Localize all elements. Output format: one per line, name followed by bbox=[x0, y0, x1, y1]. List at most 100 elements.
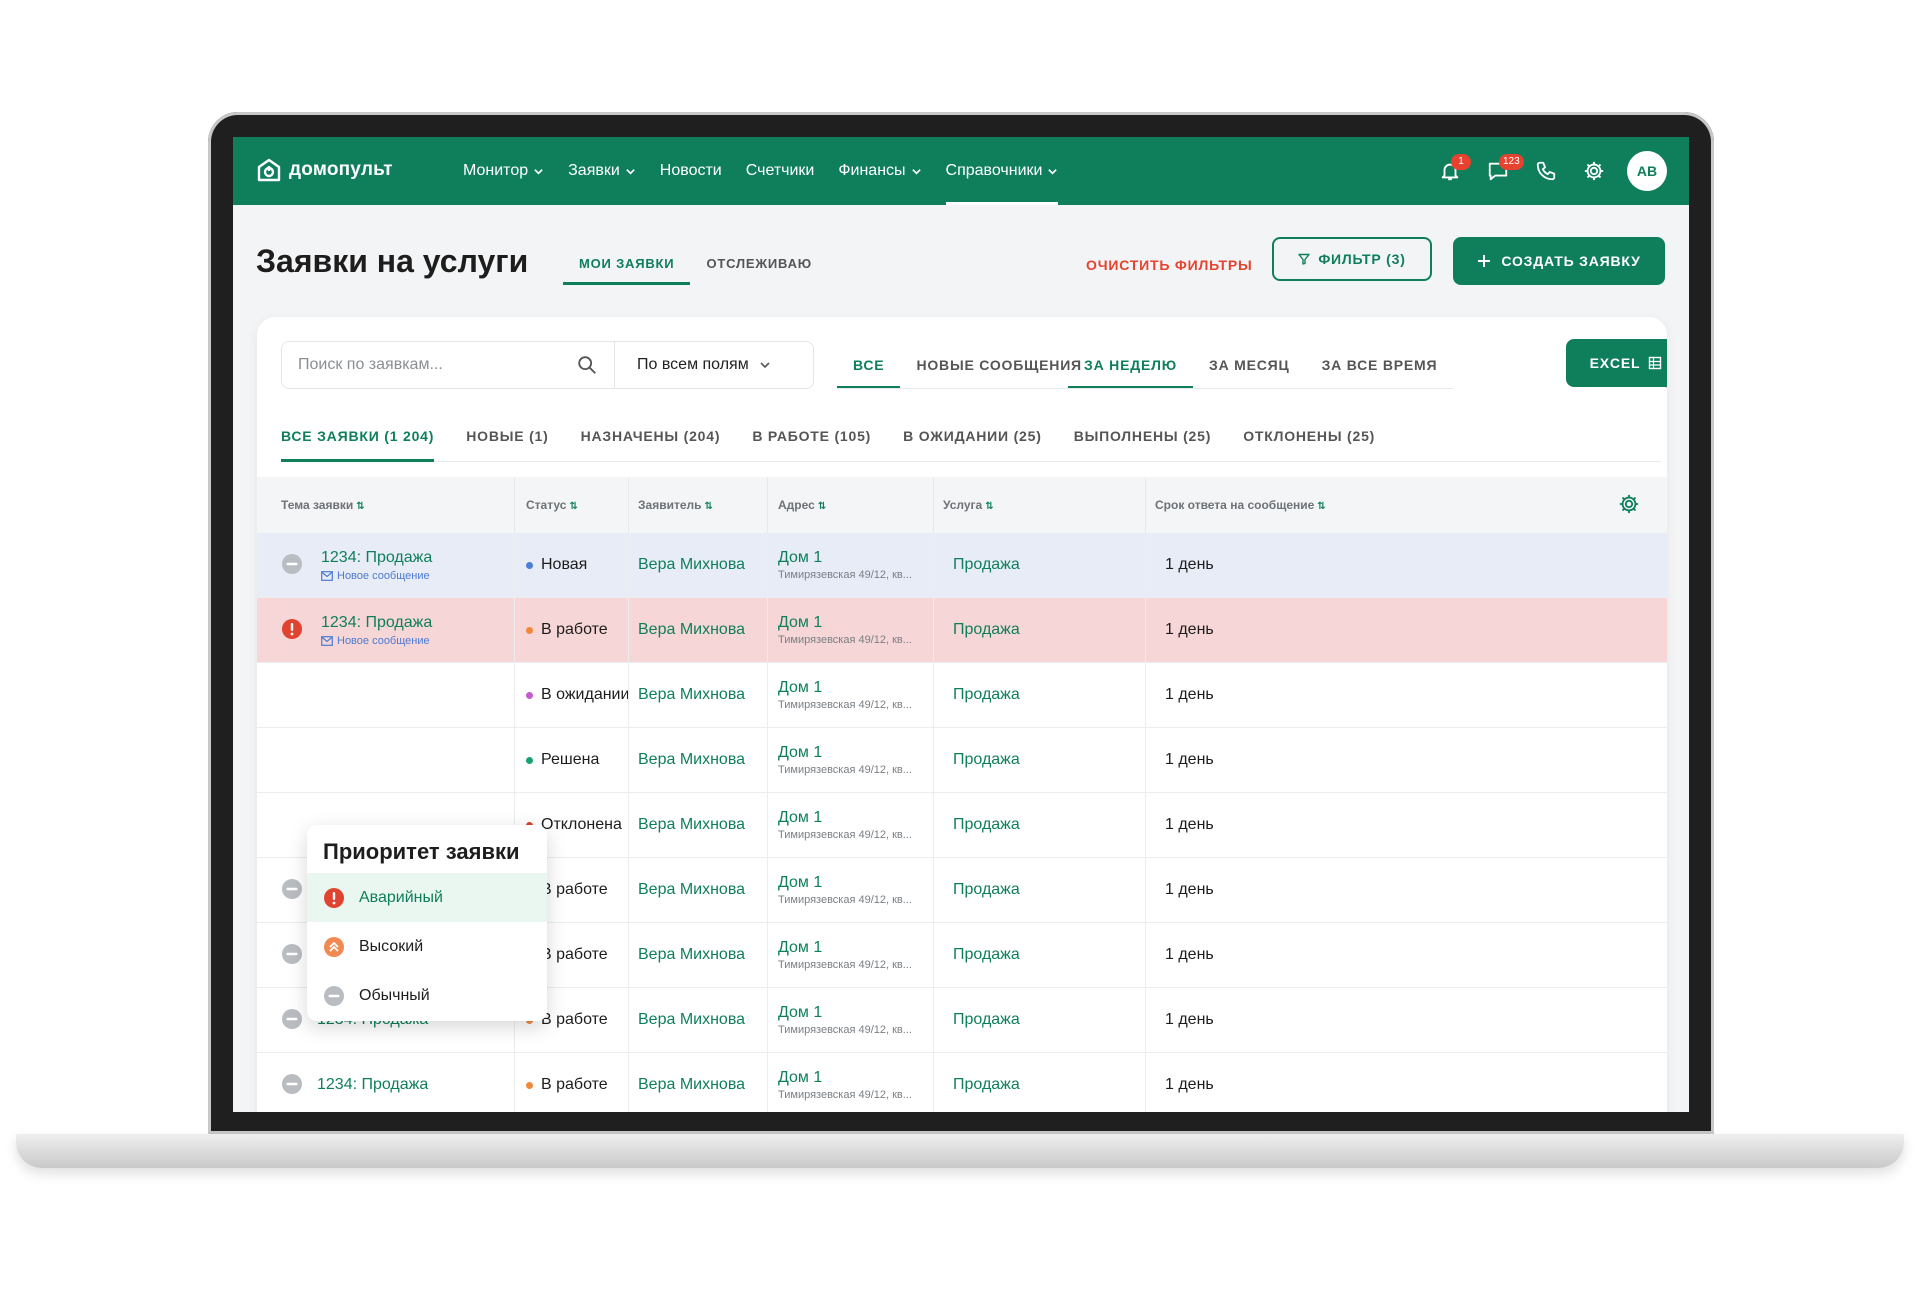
normal-priority-icon[interactable] bbox=[281, 1008, 303, 1030]
applicant-link[interactable]: Вера Михнова bbox=[638, 1011, 745, 1029]
column-header-5[interactable]: Услуга ⇅ bbox=[943, 477, 994, 533]
column-header-2[interactable]: Статус ⇅ bbox=[526, 477, 578, 533]
filter-за-месяц[interactable]: ЗА МЕСЯЦ bbox=[1193, 341, 1306, 389]
column-settings-icon[interactable] bbox=[1618, 493, 1640, 515]
address-link[interactable]: Дом 1 bbox=[778, 744, 912, 762]
normal-priority-icon[interactable] bbox=[281, 1073, 303, 1095]
status-tab-новые-1[interactable]: НОВЫЕ (1) bbox=[466, 413, 548, 461]
column-divider bbox=[628, 988, 629, 1052]
applicant-link[interactable]: Вера Михнова bbox=[638, 946, 745, 964]
service-link[interactable]: Продажа bbox=[953, 816, 1020, 834]
filter-button-label: ФИЛЬТР (3) bbox=[1318, 251, 1406, 267]
nav-item-заявки[interactable]: Заявки bbox=[556, 137, 648, 205]
logo[interactable]: домопульт bbox=[257, 158, 393, 182]
notifications-button[interactable]: 1 bbox=[1435, 151, 1471, 191]
priority-option-3[interactable]: Обычный bbox=[307, 971, 547, 1020]
table-row[interactable]: Решена Вера Михнова Дом 1 Тимирязевская 49/… bbox=[257, 728, 1667, 793]
service-link[interactable]: Продажа bbox=[953, 621, 1020, 639]
emergency-priority-icon[interactable] bbox=[281, 618, 303, 640]
request-topic-link[interactable]: 1234: Продажа bbox=[317, 1076, 428, 1094]
normal-priority-icon[interactable] bbox=[281, 553, 303, 575]
request-topic-link[interactable]: 1234: Продажа bbox=[321, 614, 432, 632]
applicant-link[interactable]: Вера Михнова bbox=[638, 751, 745, 769]
address-link[interactable]: Дом 1 bbox=[778, 809, 912, 827]
clear-filters-button[interactable]: ОЧИСТИТЬ ФИЛЬТРЫ bbox=[1086, 257, 1253, 273]
service-link[interactable]: Продажа bbox=[953, 946, 1020, 964]
user-avatar[interactable]: AB bbox=[1627, 151, 1667, 191]
service-link[interactable]: Продажа bbox=[953, 881, 1020, 899]
status-dot bbox=[526, 756, 533, 764]
service-link[interactable]: Продажа bbox=[953, 1011, 1020, 1029]
tab-отслеживаю[interactable]: ОТСЛЕЖИВАЮ bbox=[690, 245, 828, 295]
status-text: Новая bbox=[541, 556, 588, 573]
nav-item-справочники[interactable]: Справочники bbox=[934, 137, 1071, 205]
applicant-link[interactable]: Вера Михнова bbox=[638, 621, 745, 639]
status-tab-отклонены-25[interactable]: ОТКЛОНЕНЫ (25) bbox=[1243, 413, 1375, 461]
priority-option-2[interactable]: Высокий bbox=[307, 922, 547, 971]
search-scope-select[interactable]: По всем полям bbox=[614, 342, 814, 388]
applicant-link[interactable]: Вера Михнова bbox=[638, 881, 745, 899]
priority-option-1[interactable]: Аварийный bbox=[307, 873, 547, 922]
nav-item-финансы[interactable]: Финансы bbox=[826, 137, 933, 205]
service-link[interactable]: Продажа bbox=[953, 686, 1020, 704]
status-tab-все-заявки-1-204[interactable]: ВСЕ ЗАЯВКИ (1 204) bbox=[281, 413, 435, 462]
phone-button[interactable] bbox=[1531, 151, 1561, 191]
address-link[interactable]: Дом 1 bbox=[778, 1004, 912, 1022]
applicant-link[interactable]: Вера Михнова bbox=[638, 556, 745, 574]
excel-export-button[interactable]: EXCEL bbox=[1566, 339, 1667, 387]
applicant-cell: Вера Михнова bbox=[638, 728, 745, 792]
column-header-6[interactable]: Срок ответа на сообщение ⇅ bbox=[1155, 477, 1326, 533]
column-divider bbox=[628, 923, 629, 987]
status-tab-в-работе-105[interactable]: В РАБОТЕ (105) bbox=[752, 413, 871, 461]
table-row[interactable]: 1234: Продажа Новое сообщение Новая Вера Ми… bbox=[257, 533, 1667, 598]
address-link[interactable]: Дом 1 bbox=[778, 679, 912, 697]
column-header-label: Тема заявки bbox=[281, 498, 354, 512]
table-row[interactable]: 1234: Продажа Новое сообщение В работе Вера… bbox=[257, 598, 1667, 663]
normal-priority-icon[interactable] bbox=[281, 943, 303, 965]
filter-button[interactable]: ФИЛЬТР (3) bbox=[1272, 237, 1432, 281]
search-icon[interactable] bbox=[576, 354, 598, 376]
column-divider bbox=[628, 1053, 629, 1112]
address-cell: Дом 1 Тимирязевская 49/12, кв... bbox=[778, 663, 912, 727]
table-row[interactable]: В ожидании Вера Михнова Дом 1 Тимирязевская… bbox=[257, 663, 1667, 728]
create-request-button[interactable]: СОЗДАТЬ ЗАЯВКУ bbox=[1453, 237, 1665, 285]
address-detail: Тимирязевская 49/12, кв... bbox=[778, 634, 912, 646]
column-divider bbox=[933, 663, 934, 727]
column-header-1[interactable]: Тема заявки ⇅ bbox=[281, 477, 365, 533]
messages-button[interactable]: 123 bbox=[1483, 151, 1524, 191]
address-link[interactable]: Дом 1 bbox=[778, 939, 912, 957]
settings-button[interactable] bbox=[1579, 151, 1609, 191]
status-text: Отклонена bbox=[541, 816, 622, 833]
column-header-3[interactable]: Заявитель ⇅ bbox=[638, 477, 713, 533]
address-link[interactable]: Дом 1 bbox=[778, 614, 912, 632]
service-link[interactable]: Продажа bbox=[953, 556, 1020, 574]
request-topic-link[interactable]: 1234: Продажа bbox=[321, 549, 432, 567]
status-dot bbox=[526, 691, 533, 699]
filter-все[interactable]: ВСЕ bbox=[837, 341, 901, 389]
address-link[interactable]: Дом 1 bbox=[778, 874, 912, 892]
status-tab-в-ожидании-25[interactable]: В ОЖИДАНИИ (25) bbox=[903, 413, 1042, 461]
status-tab-назначены-204[interactable]: НАЗНАЧЕНЫ (204) bbox=[581, 413, 721, 461]
status-tab-выполнены-25[interactable]: ВЫПОЛНЕНЫ (25) bbox=[1074, 413, 1212, 461]
applicant-link[interactable]: Вера Михнова bbox=[638, 686, 745, 704]
service-link[interactable]: Продажа bbox=[953, 751, 1020, 769]
tab-мои-заявки[interactable]: МОИ ЗАЯВКИ bbox=[563, 245, 691, 295]
address-link[interactable]: Дом 1 bbox=[778, 1069, 912, 1087]
search-input[interactable] bbox=[296, 355, 570, 375]
deadline-cell: 1 день bbox=[1165, 533, 1214, 597]
applicant-link[interactable]: Вера Михнова bbox=[638, 816, 745, 834]
status-cell: В ожидании bbox=[526, 663, 629, 727]
table-row[interactable]: 1234: Продажа В работе Вера Михнова Дом 1 Ти… bbox=[257, 1053, 1667, 1112]
new-message-indicator[interactable]: Новое сообщение bbox=[321, 635, 432, 647]
address-link[interactable]: Дом 1 bbox=[778, 549, 912, 567]
filter-за-все-время[interactable]: ЗА ВСЕ ВРЕМЯ bbox=[1306, 341, 1454, 389]
nav-item-новости[interactable]: Новости bbox=[648, 137, 734, 205]
service-link[interactable]: Продажа bbox=[953, 1076, 1020, 1094]
nav-item-счетчики[interactable]: Счетчики bbox=[734, 137, 827, 205]
applicant-link[interactable]: Вера Михнова bbox=[638, 1076, 745, 1094]
filter-за-неделю[interactable]: ЗА НЕДЕЛЮ bbox=[1068, 341, 1193, 389]
normal-priority-icon[interactable] bbox=[281, 878, 303, 900]
nav-item-монитор[interactable]: Монитор bbox=[451, 137, 556, 205]
column-header-4[interactable]: Адрес ⇅ bbox=[778, 477, 826, 533]
new-message-indicator[interactable]: Новое сообщение bbox=[321, 570, 432, 582]
